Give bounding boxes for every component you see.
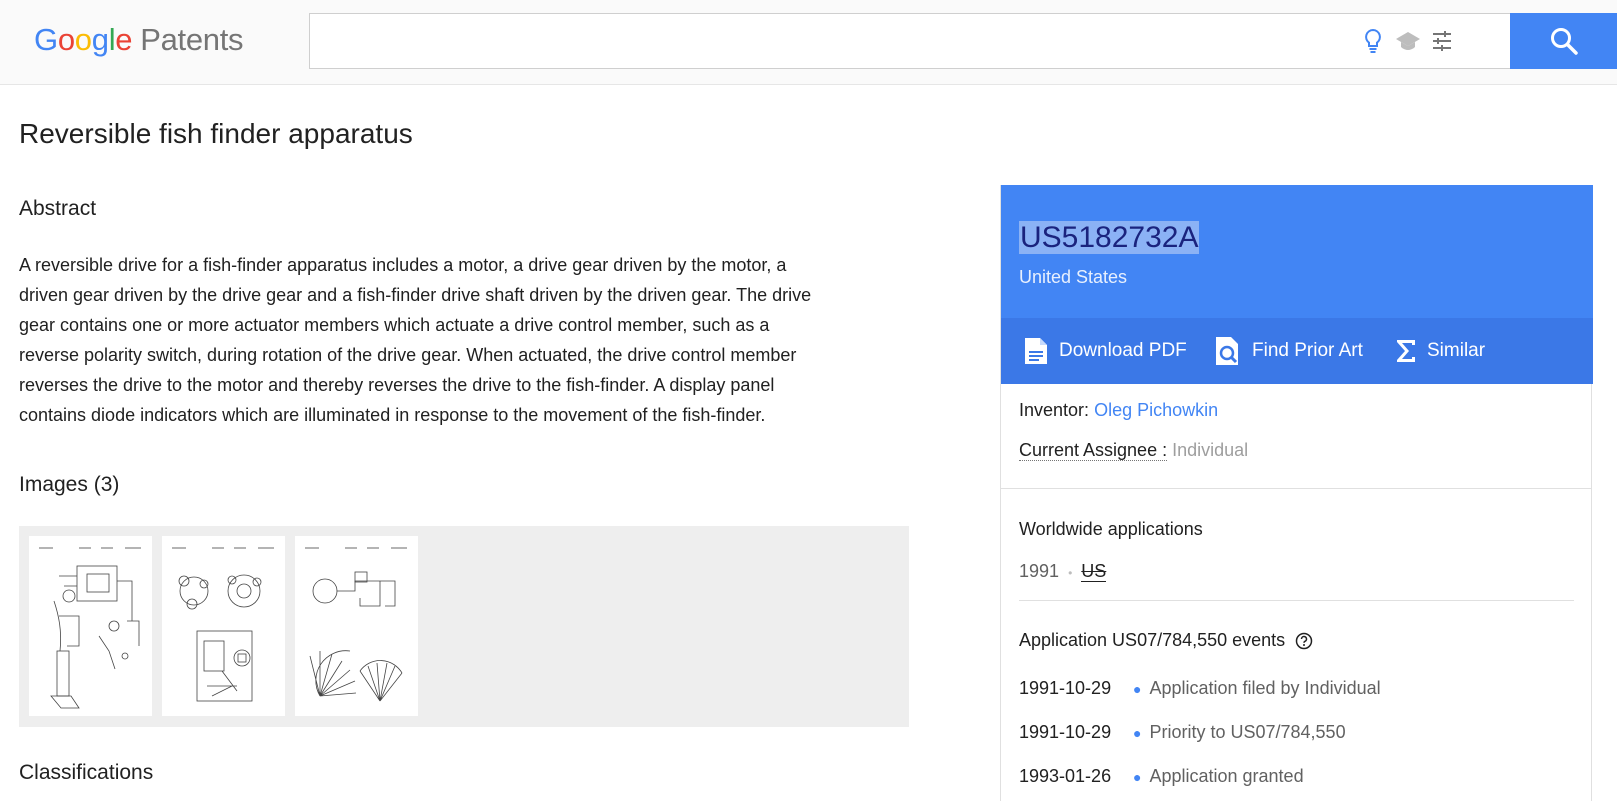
- search-button[interactable]: [1510, 13, 1617, 69]
- inventor-link[interactable]: Oleg Pichowkin: [1094, 400, 1218, 420]
- event-dot-icon: ●: [1133, 768, 1142, 785]
- event-row: 1991-10-29 ● Application filed by Individu…: [1019, 678, 1381, 698]
- patent-summary-panel: US5182732A United States Download PDF Fi…: [1000, 185, 1593, 801]
- find-prior-art-button[interactable]: Find Prior Art: [1214, 318, 1363, 384]
- lightbulb-icon[interactable]: [1358, 26, 1388, 56]
- top-bar: Google Patents: [0, 0, 1617, 85]
- patent-drawing-thumbnail-1[interactable]: [29, 536, 152, 716]
- classifications-heading: Classifications: [19, 761, 154, 784]
- assignee-field: Current Assignee : Individual: [1019, 440, 1249, 461]
- patent-drawing-fig1-2: [39, 547, 141, 709]
- document-icon: [1023, 336, 1049, 366]
- document-search-icon: [1214, 335, 1242, 367]
- inventor-field: Inventor: Oleg Pichowkin: [1019, 400, 1219, 420]
- download-pdf-button[interactable]: Download PDF: [1023, 318, 1187, 384]
- patent-drawing-thumbnail-3[interactable]: [295, 536, 418, 716]
- publication-number: US5182732A: [1019, 221, 1200, 254]
- patent-drawing-fig3-5: [172, 547, 274, 702]
- section-divider: [1001, 488, 1591, 489]
- event-dot-icon: ●: [1133, 680, 1142, 697]
- abstract-text: A reversible drive for a fish-finder app…: [19, 255, 812, 425]
- patent-drawing-fig6-8: [305, 547, 407, 702]
- country-label: United States: [1019, 267, 1128, 287]
- worldwide-country-link[interactable]: US: [1081, 561, 1107, 582]
- scholar-icon[interactable]: [1393, 26, 1423, 56]
- event-row: 1993-01-26 ● Application granted: [1019, 766, 1304, 786]
- google-patents-logo[interactable]: Google Patents: [34, 22, 244, 58]
- worldwide-applications-row: 1991 • US: [1019, 561, 1107, 582]
- similar-button[interactable]: Similar: [1395, 318, 1485, 384]
- sigma-icon: [1395, 338, 1417, 364]
- search-box: [309, 13, 1511, 69]
- event-dot-icon: ●: [1133, 724, 1142, 741]
- images-heading: Images (3): [19, 473, 120, 496]
- page-title: Reversible fish finder apparatus: [19, 118, 413, 149]
- panel-actions: Download PDF Find Prior Art Similar: [1001, 318, 1593, 384]
- images-carousel: [19, 526, 909, 727]
- panel-header: US5182732A United States: [1001, 185, 1593, 318]
- section-divider: [1019, 600, 1574, 601]
- logo-product-name: Patents: [140, 22, 244, 57]
- event-row: 1991-10-29 ● Priority to US07/784,550: [1019, 722, 1346, 742]
- abstract-heading: Abstract: [19, 197, 97, 220]
- patent-drawing-thumbnail-2[interactable]: [162, 536, 285, 716]
- events-heading: Application US07/784,550 events: [1019, 630, 1313, 651]
- search-input[interactable]: [310, 14, 1350, 68]
- tune-icon[interactable]: [1427, 26, 1457, 56]
- worldwide-applications-heading: Worldwide applications: [1019, 519, 1203, 539]
- search-icon: [1550, 28, 1578, 55]
- help-icon[interactable]: [1295, 632, 1313, 650]
